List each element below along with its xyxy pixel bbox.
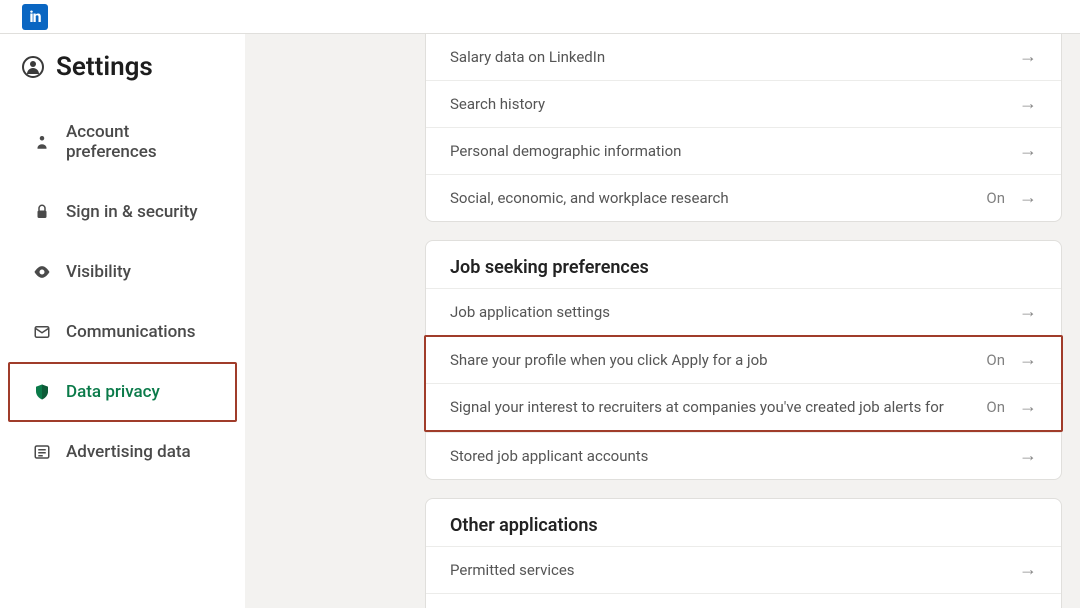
setting-row-search-history[interactable]: Search history → <box>426 80 1061 127</box>
sidebar-item-label: Communications <box>66 322 196 342</box>
section-title-other-applications: Other applications <box>426 499 1061 546</box>
sidebar-item-label: Account preferences <box>66 122 221 162</box>
newspaper-icon <box>32 442 52 462</box>
arrow-right-icon: → <box>1019 398 1037 416</box>
section-title-job-seeking: Job seeking preferences <box>426 241 1061 288</box>
arrow-right-icon: → <box>1019 447 1037 465</box>
arrow-right-icon: → <box>1019 48 1037 66</box>
arrow-right-icon: → <box>1019 95 1037 113</box>
setting-row-stored-applicant-accounts[interactable]: Stored job applicant accounts → <box>426 432 1061 479</box>
setting-label: Permitted services <box>450 561 575 579</box>
arrow-right-icon: → <box>1019 189 1037 207</box>
settings-title-row: Settings <box>0 48 245 102</box>
sidebar: Settings Account preferences Sign in & s… <box>0 34 245 608</box>
sidebar-item-label: Visibility <box>66 262 131 282</box>
sidebar-item-visibility[interactable]: Visibility <box>8 242 237 302</box>
sidebar-item-data-privacy[interactable]: Data privacy <box>8 362 237 422</box>
sidebar-item-sign-in-security[interactable]: Sign in & security <box>8 182 237 242</box>
sidebar-item-communications[interactable]: Communications <box>8 302 237 362</box>
page: Settings Account preferences Sign in & s… <box>0 34 1080 608</box>
sidebar-item-account-preferences[interactable]: Account preferences <box>8 102 237 182</box>
settings-card-other-applications: Other applications Permitted services → … <box>425 498 1062 608</box>
setting-row-social-economic-research[interactable]: Social, economic, and workplace research… <box>426 174 1061 221</box>
arrow-right-icon: → <box>1019 561 1037 579</box>
person-icon <box>32 132 52 152</box>
setting-row-permitted-services[interactable]: Permitted services → <box>426 546 1061 593</box>
arrow-right-icon: → <box>1019 303 1037 321</box>
settings-card-partial: Salary data on LinkedIn → Search history… <box>425 34 1062 222</box>
highlighted-annotation-box: Share your profile when you click Apply … <box>424 335 1063 432</box>
setting-label: Job application settings <box>450 303 610 321</box>
shield-icon <box>32 382 52 402</box>
setting-status: On <box>986 398 1005 416</box>
settings-card-job-seeking: Job seeking preferences Job application … <box>425 240 1062 480</box>
setting-row-job-application-settings[interactable]: Job application settings → <box>426 288 1061 335</box>
sidebar-item-label: Data privacy <box>66 382 160 402</box>
setting-label: Share your profile when you click Apply … <box>450 351 768 369</box>
page-title: Settings <box>56 52 153 82</box>
mail-icon <box>32 322 52 342</box>
eye-icon <box>32 262 52 282</box>
linkedin-logo[interactable]: in <box>22 4 48 30</box>
sidebar-item-label: Advertising data <box>66 442 191 462</box>
setting-label: Salary data on LinkedIn <box>450 48 605 66</box>
setting-label: Social, economic, and workplace research <box>450 189 729 207</box>
setting-row-salary-data[interactable]: Salary data on LinkedIn → <box>426 34 1061 80</box>
setting-status: On <box>986 351 1005 369</box>
sidebar-item-advertising-data[interactable]: Advertising data <box>8 422 237 482</box>
setting-status: On <box>986 189 1005 207</box>
setting-row-signal-interest-recruiters[interactable]: Signal your interest to recruiters at co… <box>426 383 1061 430</box>
setting-label: Personal demographic information <box>450 142 681 160</box>
arrow-right-icon: → <box>1019 142 1037 160</box>
setting-label: Search history <box>450 95 545 113</box>
setting-label: Stored job applicant accounts <box>450 447 648 465</box>
top-bar: in <box>0 0 1080 34</box>
main-content: Salary data on LinkedIn → Search history… <box>245 34 1080 608</box>
lock-icon <box>32 202 52 222</box>
setting-row-share-profile-apply[interactable]: Share your profile when you click Apply … <box>426 337 1061 383</box>
setting-row-personal-demographic[interactable]: Personal demographic information → <box>426 127 1061 174</box>
settings-avatar-icon <box>22 56 44 78</box>
sidebar-item-label: Sign in & security <box>66 202 198 222</box>
setting-label: Signal your interest to recruiters at co… <box>450 398 944 416</box>
setting-row-microsoft-word[interactable]: Microsoft Word On → <box>426 593 1061 608</box>
arrow-right-icon: → <box>1019 351 1037 369</box>
